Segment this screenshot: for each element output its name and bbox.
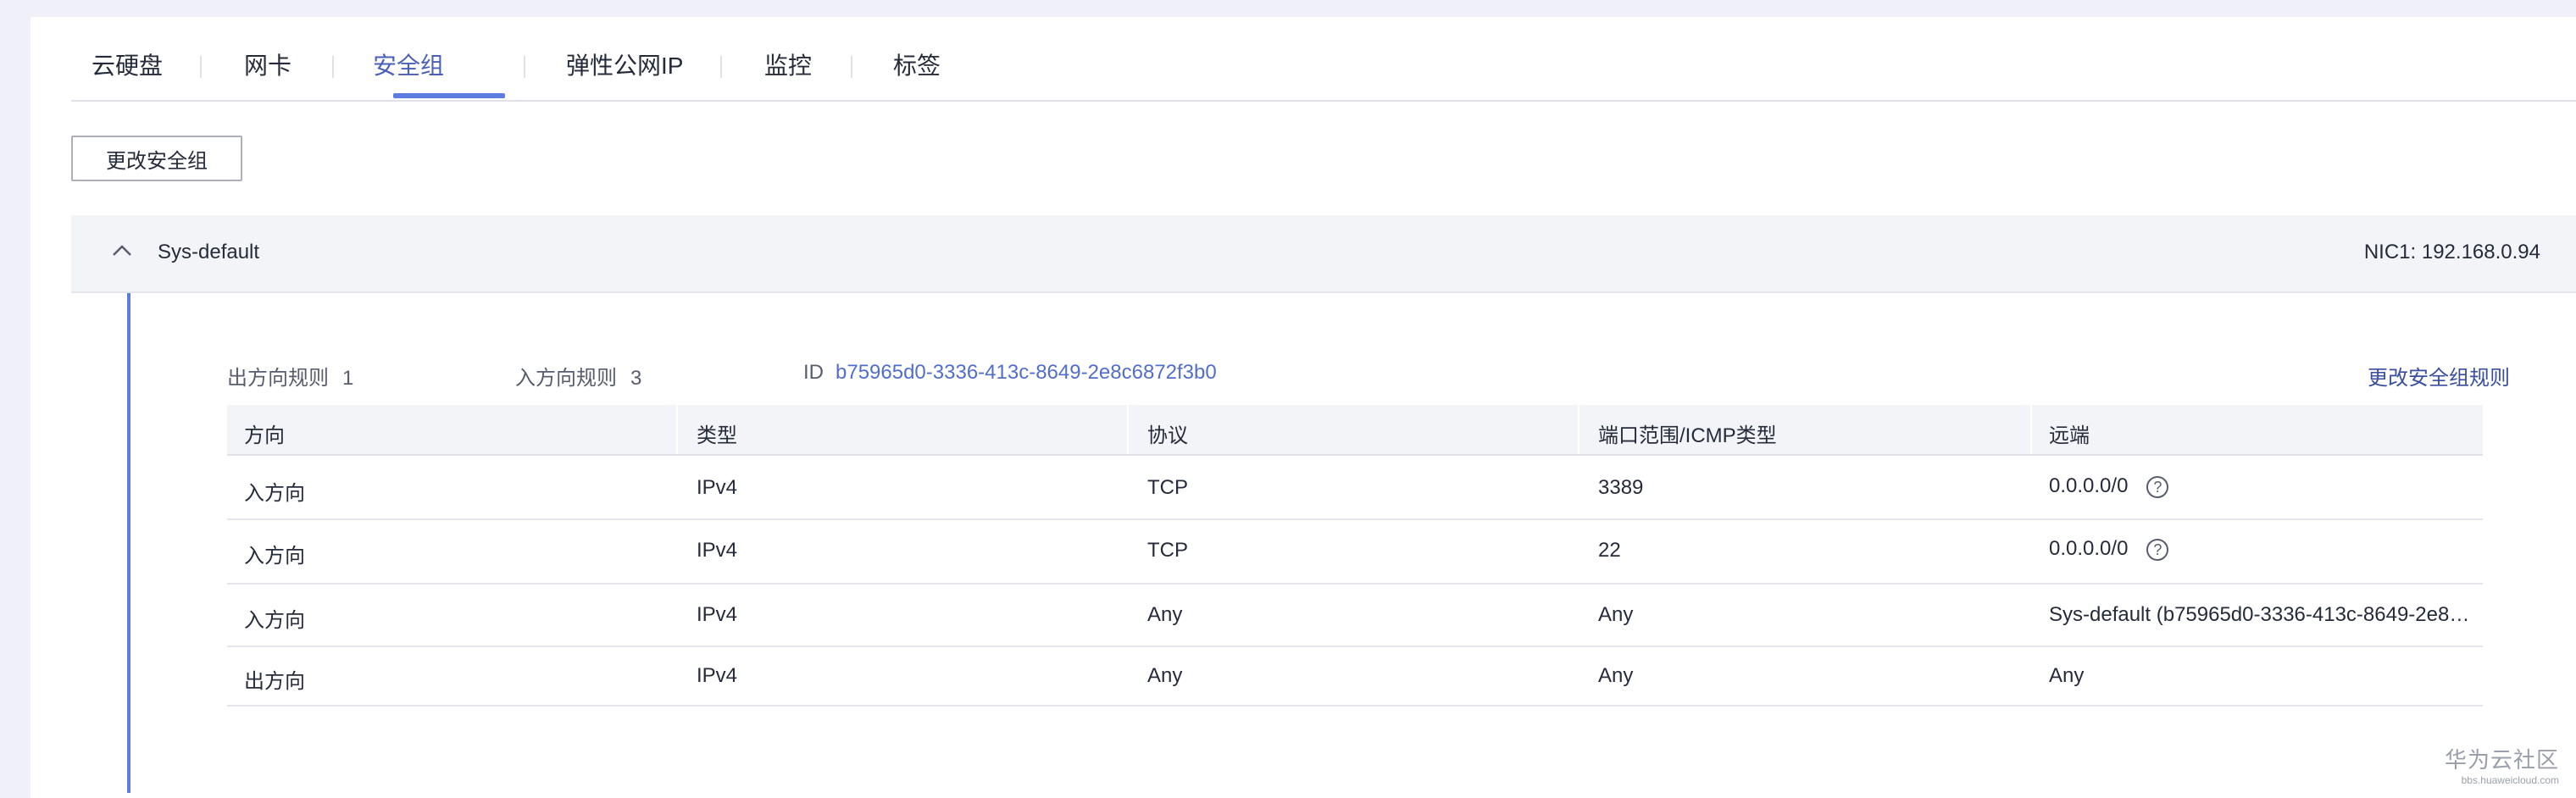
security-group-id: ID b75965d0-3336-413c-8649-2e8c6872f3b0	[803, 361, 1217, 385]
table-row: 入方向 IPv4 Any Any Sys-default (b75965d0-3…	[227, 585, 2483, 647]
cell-direction: 入方向	[244, 609, 305, 632]
question-circle-icon[interactable]: ?	[2146, 475, 2169, 498]
table-row: 出方向 IPv4 Any Any Any	[227, 647, 2483, 707]
cell-protocol: Any	[1147, 664, 1183, 687]
question-circle-icon[interactable]: ?	[2146, 538, 2169, 561]
watermark-url: bbs.huaweicloud.com	[2461, 774, 2559, 786]
cell-type: IPv4	[697, 603, 738, 626]
cell-type: IPv4	[697, 664, 738, 687]
column-divider	[1127, 405, 1129, 454]
cell-remote: 0.0.0.0/0?	[2049, 474, 2169, 498]
cell-direction: 入方向	[244, 482, 305, 505]
tab-divider	[332, 56, 334, 78]
security-group-id-link[interactable]: b75965d0-3336-413c-8649-2e8c6872f3b0	[836, 361, 1217, 384]
active-tab-indicator	[393, 93, 505, 98]
change-security-group-button[interactable]: 更改安全组	[71, 136, 242, 181]
cell-port-range: 3389	[1598, 476, 1644, 499]
cell-port-range: 22	[1598, 539, 1621, 562]
tab-bar: 云硬盘 网卡 安全组 弹性公网IP 监控 标签	[71, 17, 2576, 102]
tab-eip[interactable]: 弹性公网IP	[566, 47, 683, 100]
nic-address: NIC1: 192.168.0.94	[2363, 241, 2540, 263]
security-group-header[interactable]: Sys-default NIC1: 192.168.0.94	[71, 215, 2576, 293]
outbound-rule-value: 1	[342, 367, 354, 390]
cell-remote: 0.0.0.0/0?	[2049, 537, 2169, 561]
column-header-remote: 远端	[2049, 424, 2090, 447]
column-header-type: 类型	[697, 424, 737, 447]
tab-tags[interactable]: 标签	[893, 47, 941, 100]
id-label: ID	[803, 361, 824, 384]
rules-table: 方向 类型 协议 端口范围/ICMP类型 远端 入方向 IPv4 TCP 338…	[227, 405, 2483, 707]
inbound-rule-label: 入方向规则	[515, 367, 617, 390]
tab-monitoring[interactable]: 监控	[764, 47, 812, 100]
table-row: 入方向 IPv4 TCP 3389 0.0.0.0/0?	[227, 456, 2483, 520]
outbound-rule-count: 出方向规则 1	[227, 361, 353, 391]
security-group-name: Sys-default	[158, 241, 260, 263]
cell-remote: Any	[2049, 664, 2085, 687]
cell-protocol: TCP	[1147, 539, 1188, 562]
cell-direction: 入方向	[244, 545, 305, 568]
tab-nic[interactable]: 网卡	[244, 47, 291, 100]
cell-remote-value: 0.0.0.0/0	[2049, 537, 2129, 560]
cell-protocol: Any	[1147, 603, 1183, 626]
tab-security-group[interactable]: 安全组	[373, 47, 444, 100]
column-divider	[1578, 405, 1579, 454]
edit-security-group-rules-link[interactable]: 更改安全组规则	[2368, 361, 2510, 391]
tab-divider	[720, 56, 722, 78]
chevron-up-icon[interactable]	[108, 237, 136, 264]
cell-port-range: Any	[1598, 664, 1634, 687]
inbound-rule-value: 3	[630, 367, 642, 390]
cell-remote-value: 0.0.0.0/0	[2049, 474, 2129, 497]
table-row: 入方向 IPv4 TCP 22 0.0.0.0/0?	[227, 520, 2483, 585]
tab-divider	[200, 56, 202, 78]
cell-type: IPv4	[697, 539, 738, 562]
cell-direction: 出方向	[244, 670, 305, 693]
column-divider	[2030, 405, 2032, 454]
expanded-indicator-bar	[127, 293, 130, 793]
inbound-rule-count: 入方向规则 3	[515, 361, 641, 391]
table-header: 方向 类型 协议 端口范围/ICMP类型 远端	[227, 405, 2483, 456]
watermark-title: 华为云社区	[2444, 747, 2559, 773]
tab-divider	[524, 56, 525, 78]
column-header-port-range: 端口范围/ICMP类型	[1598, 424, 1777, 447]
column-divider	[676, 405, 678, 454]
cell-type: IPv4	[697, 476, 738, 499]
outbound-rule-label: 出方向规则	[227, 367, 329, 390]
cell-remote: Sys-default (b75965d0-3336-413c-8649-2e8…	[2049, 603, 2470, 626]
tab-divider	[851, 56, 852, 78]
detail-panel: 云硬盘 网卡 安全组 弹性公网IP 监控 标签 更改安全组 Sys-defaul…	[31, 17, 2576, 798]
watermark: 华为云社区 bbs.huaweicloud.com	[2445, 743, 2559, 786]
tab-disk[interactable]: 云硬盘	[92, 47, 163, 100]
cell-port-range: Any	[1598, 603, 1634, 626]
column-header-direction: 方向	[244, 424, 285, 447]
column-header-protocol: 协议	[1147, 424, 1188, 447]
cell-protocol: TCP	[1147, 476, 1188, 499]
